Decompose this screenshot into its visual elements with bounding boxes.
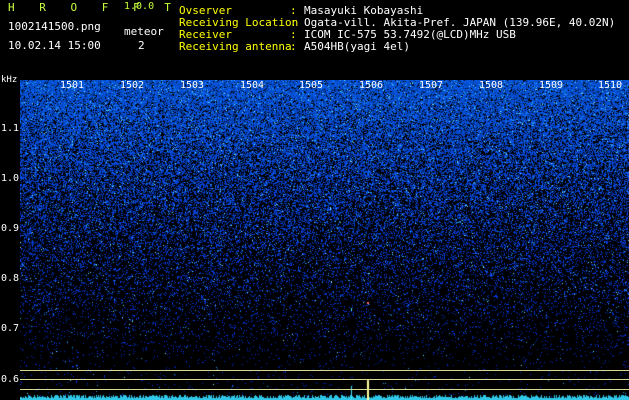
info-colon: : [290,40,297,53]
reference-line [20,370,629,371]
y-tick-label: 0.6 [1,374,20,385]
y-tick-label: 1.1 [1,123,20,134]
info-key-receiver: Receiver [179,28,232,41]
app-version: 1.0.0 [124,1,155,12]
reference-line [20,379,629,380]
hrofft-window: H R O F F T 1.0.0 1002141500.png 10.02.1… [0,0,629,400]
info-value-observer: Masayuki Kobayashi [304,4,424,17]
info-key-antenna: Receiving antenna [179,40,292,53]
x-tick-label: 1502 [120,80,145,91]
meteor-count: 2 [138,39,145,52]
info-value-antenna: A504HB(yagi 4el) [304,40,410,53]
x-tick-label: 1508 [479,80,504,91]
info-value-location: Ogata-vill. Akita-Pref. JAPAN (139.96E, … [304,16,616,29]
info-key-observer: Ovserver [179,4,232,17]
x-tick-label: 1509 [539,80,564,91]
file-name: 1002141500.png [8,20,101,33]
y-tick-label: 0.7 [1,323,20,334]
x-tick-label: 1501 [60,80,85,91]
x-tick-label: 1505 [299,80,324,91]
info-colon: : [290,28,297,41]
datetime: 10.02.14 15:00 [8,39,101,52]
reference-line [20,389,629,390]
info-colon: : [290,4,297,17]
x-tick-label: 1506 [359,80,384,91]
y-tick-label: 0.9 [1,223,20,234]
y-tick-label: 1.0 [1,173,20,184]
x-tick-label: 1503 [180,80,205,91]
frequency-unit-label: kHz [1,75,18,85]
meteor-label: meteor [124,25,164,38]
info-colon: : [290,16,297,29]
spectrogram-canvas [20,80,629,400]
x-tick-label: 1507 [419,80,444,91]
x-tick-label: 1510 [598,80,623,91]
x-tick-label: 1504 [240,80,265,91]
spectrogram-waterfall[interactable] [20,80,629,400]
info-value-receiver: ICOM IC-575 53.7492(@LCD)MHz USB [304,28,516,41]
y-tick-label: 0.8 [1,273,20,284]
info-key-location: Receiving Location [179,16,299,29]
